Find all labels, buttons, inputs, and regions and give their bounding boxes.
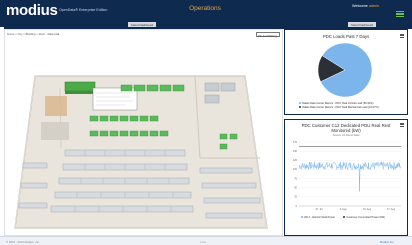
line-legend-item-0[interactable]: kW 4 - Electric Real Power (301, 216, 335, 219)
line-chart-title: PDC Customer C12 Dedicated PDU Real Rest… (301, 123, 391, 133)
user-name[interactable]: admin (369, 4, 379, 8)
pie-legend-item-0[interactable]: Dallas Data Center Metrics - PDC Total C… (299, 102, 374, 105)
legend-label: Dallas Data Center Metrics - PDC Total C… (302, 102, 374, 105)
line-chart[interactable]: 0 25 50 75 100 125 150 175 27. Jul 3. Aug 10. Aug 1… (285, 138, 406, 224)
y-tick-label: 75 (294, 177, 297, 180)
x-tick-label: 10. Aug (363, 208, 372, 211)
welcome-text: Welcome admin (352, 4, 379, 8)
breadcrumb[interactable]: Home > City > Building > Floor - Data Ha… (7, 32, 59, 36)
welcome-label: Welcome (352, 4, 368, 8)
legend-label: Dallas Data Center Metrics - PDC Total M… (302, 106, 379, 109)
page-title: Operations (189, 5, 221, 12)
x-tick-label: 27. Jul (315, 208, 323, 211)
footer-copyright: © 2016 - 2019 Modius, Inc. (6, 240, 40, 244)
edition-label: OpenData® Enterprise Edition (59, 8, 108, 12)
y-tick-label: 50 (294, 187, 297, 190)
x-tick-label: 17. Aug (387, 208, 396, 211)
hamburger-menu-icon[interactable] (396, 11, 404, 17)
legend-label: Customer Committed Power (kW) (346, 216, 385, 219)
footer: © 2016 - 2019 Modius, Inc. v 4.x Modius … (0, 236, 412, 245)
pie-chart[interactable] (285, 40, 406, 100)
modius-logo[interactable]: modius (6, 2, 58, 19)
footer-version: v 4.x (200, 240, 206, 244)
floor-plan-3d-view[interactable] (5, 38, 282, 235)
dashboard-main: Home > City > Building > Floor - Data Ha… (4, 27, 412, 236)
line-chart-menu-icon[interactable] (400, 123, 404, 127)
y-tick-label: 125 (293, 159, 298, 162)
line-chart-subtitle: Source: A1 Demo Data (332, 134, 360, 137)
top-header-bar: modius OpenData® Enterprise Edition Oper… (0, 0, 412, 22)
y-tick-label: 150 (293, 150, 298, 153)
y-tick-label: 175 (293, 141, 298, 144)
pdc-loads-panel: PDC Loads Past 7 Days Dallas Data Center… (284, 29, 408, 115)
legend-label: kW 4 - Electric Real Power (304, 216, 336, 219)
y-tick-label: 0 (296, 205, 298, 208)
y-tick-label: 25 (294, 196, 297, 199)
x-tick-label: 3. Aug (340, 208, 347, 211)
floor-select-dropdown[interactable]: P2: 1st Whiting (256, 32, 280, 38)
pie-legend-item-1[interactable]: Dallas Data Center Metrics - PDC Total M… (299, 106, 379, 109)
power-series-line[interactable] (298, 161, 402, 192)
y-tick-label: 100 (293, 168, 298, 171)
legend-dot (299, 102, 302, 105)
customer-c12-panel: PDC Customer C12 Dedicated PDU Real Rest… (284, 119, 408, 236)
pie-chart-menu-icon[interactable] (400, 34, 404, 38)
legend-dot (301, 216, 304, 219)
legend-dot (343, 216, 346, 219)
floor-plan-panel: Home > City > Building > Floor - Data Ha… (4, 29, 283, 236)
footer-link[interactable]: Modius Inc. (380, 240, 394, 244)
pie-chart-title: PDC Loads Past 7 Days (322, 34, 370, 39)
legend-dot (299, 106, 302, 109)
line-legend-item-1[interactable]: Customer Committed Power (kW) (343, 216, 385, 219)
